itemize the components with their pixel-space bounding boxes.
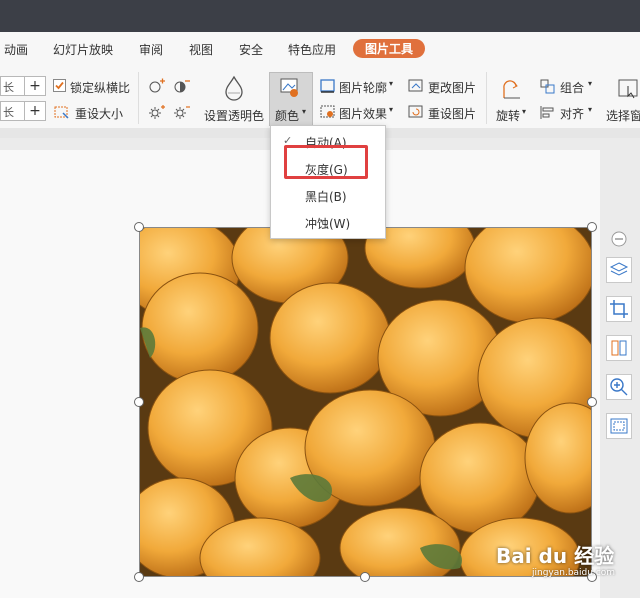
watermark-url: jingyan.baidu.com <box>532 568 616 578</box>
color-button-label: 颜色 <box>275 109 300 123</box>
chevron-down-icon: ▾ <box>588 79 593 88</box>
annotation-highlight-box <box>284 145 368 179</box>
brightness-sun-up-icon[interactable] <box>148 104 166 123</box>
divider <box>138 72 139 124</box>
reset-size-button[interactable]: 重设大小 <box>75 105 123 122</box>
brightness-up-icon[interactable] <box>148 78 166 97</box>
picture-effect-icon[interactable] <box>320 105 336 123</box>
height-spinner[interactable]: 长 + <box>0 76 46 96</box>
reset-picture-icon[interactable] <box>408 105 424 123</box>
width-spinner[interactable]: 长 + <box>0 101 46 121</box>
set-transparent-button[interactable]: 设置透明色 <box>204 107 264 124</box>
apricot-picture[interactable] <box>139 227 592 577</box>
align-button[interactable]: 对齐 <box>560 105 584 122</box>
brightness-sun-down-icon[interactable] <box>173 104 191 123</box>
change-picture-icon[interactable] <box>408 79 424 97</box>
resize-handle[interactable] <box>134 572 144 582</box>
tab-view[interactable]: 视图 <box>189 41 213 58</box>
tab-review[interactable]: 审阅 <box>139 41 163 58</box>
tab-special-apps[interactable]: 特色应用 <box>288 41 336 58</box>
checkmark-icon <box>55 81 64 90</box>
chevron-down-icon: ▾ <box>302 107 307 116</box>
picture-outline-icon[interactable] <box>320 79 336 97</box>
resize-handle[interactable] <box>587 397 597 407</box>
lock-ratio-label: 锁定纵横比 <box>70 81 131 95</box>
color-button[interactable]: 颜色 ▾ <box>269 72 313 126</box>
menu-bar: 动画 幻灯片放映 审阅 视图 安全 特色应用 图片工具 <box>0 32 640 66</box>
layers-icon <box>609 262 629 276</box>
collapse-minus-icon[interactable] <box>611 231 627 250</box>
tab-animation[interactable]: 动画 <box>4 41 28 58</box>
title-bar <box>0 0 640 32</box>
resize-handle[interactable] <box>587 222 597 232</box>
picture-outline-button[interactable]: 图片轮廓 <box>339 79 387 96</box>
rotate-button[interactable]: 旋转 <box>496 107 520 124</box>
resize-handle[interactable] <box>360 572 370 582</box>
layers-button[interactable] <box>606 257 632 283</box>
group-icon[interactable] <box>540 79 556 97</box>
chevron-down-icon: ▾ <box>522 107 527 116</box>
change-picture-button[interactable]: 更改图片 <box>428 79 476 96</box>
fit-picture-button[interactable] <box>606 413 632 439</box>
crop-button[interactable] <box>606 296 632 322</box>
lock-ratio-checkbox[interactable] <box>53 79 66 92</box>
zoom-in-icon <box>610 378 628 396</box>
plus-icon[interactable]: + <box>24 102 45 120</box>
rotate-icon[interactable] <box>500 78 524 103</box>
selection-pane-icon[interactable] <box>618 78 640 103</box>
picture-effect-button[interactable]: 图片效果 <box>339 105 387 122</box>
transparent-color-icon[interactable] <box>222 75 246 104</box>
plus-icon[interactable]: + <box>24 77 45 95</box>
resize-handle[interactable] <box>134 397 144 407</box>
menu-item-black-white[interactable]: 黑白(B) <box>305 188 347 205</box>
divider <box>486 72 487 124</box>
color-dropdown-menu: ✓ 自动(A) 灰度(G) 黑白(B) 冲蚀(W) <box>270 125 386 239</box>
resize-handle[interactable] <box>134 222 144 232</box>
baidu-watermark: Bai du 经验 <box>496 544 615 568</box>
align-icon[interactable] <box>540 105 556 123</box>
fit-picture-icon <box>610 418 628 434</box>
group-button[interactable]: 组合 <box>560 79 584 96</box>
selection-pane-button[interactable]: 选择窗 <box>606 107 640 124</box>
crop-icon <box>610 300 628 318</box>
tab-security[interactable]: 安全 <box>239 41 263 58</box>
tab-slideshow[interactable]: 幻灯片放映 <box>53 41 113 58</box>
contrast-down-icon[interactable] <box>173 78 191 97</box>
menu-item-washout[interactable]: 冲蚀(W) <box>305 215 350 232</box>
tab-picture-tools[interactable]: 图片工具 <box>353 39 426 58</box>
split-icon <box>611 340 627 356</box>
reset-picture-button[interactable]: 重设图片 <box>428 105 476 122</box>
split-button[interactable] <box>606 335 632 361</box>
chevron-down-icon: ▾ <box>588 105 593 114</box>
chevron-down-icon: ▾ <box>389 105 394 114</box>
zoom-button[interactable] <box>606 374 632 400</box>
reset-size-icon[interactable] <box>54 104 70 123</box>
picture-color-icon <box>280 78 302 101</box>
chevron-down-icon: ▾ <box>389 79 394 88</box>
apricot-image <box>140 228 591 576</box>
